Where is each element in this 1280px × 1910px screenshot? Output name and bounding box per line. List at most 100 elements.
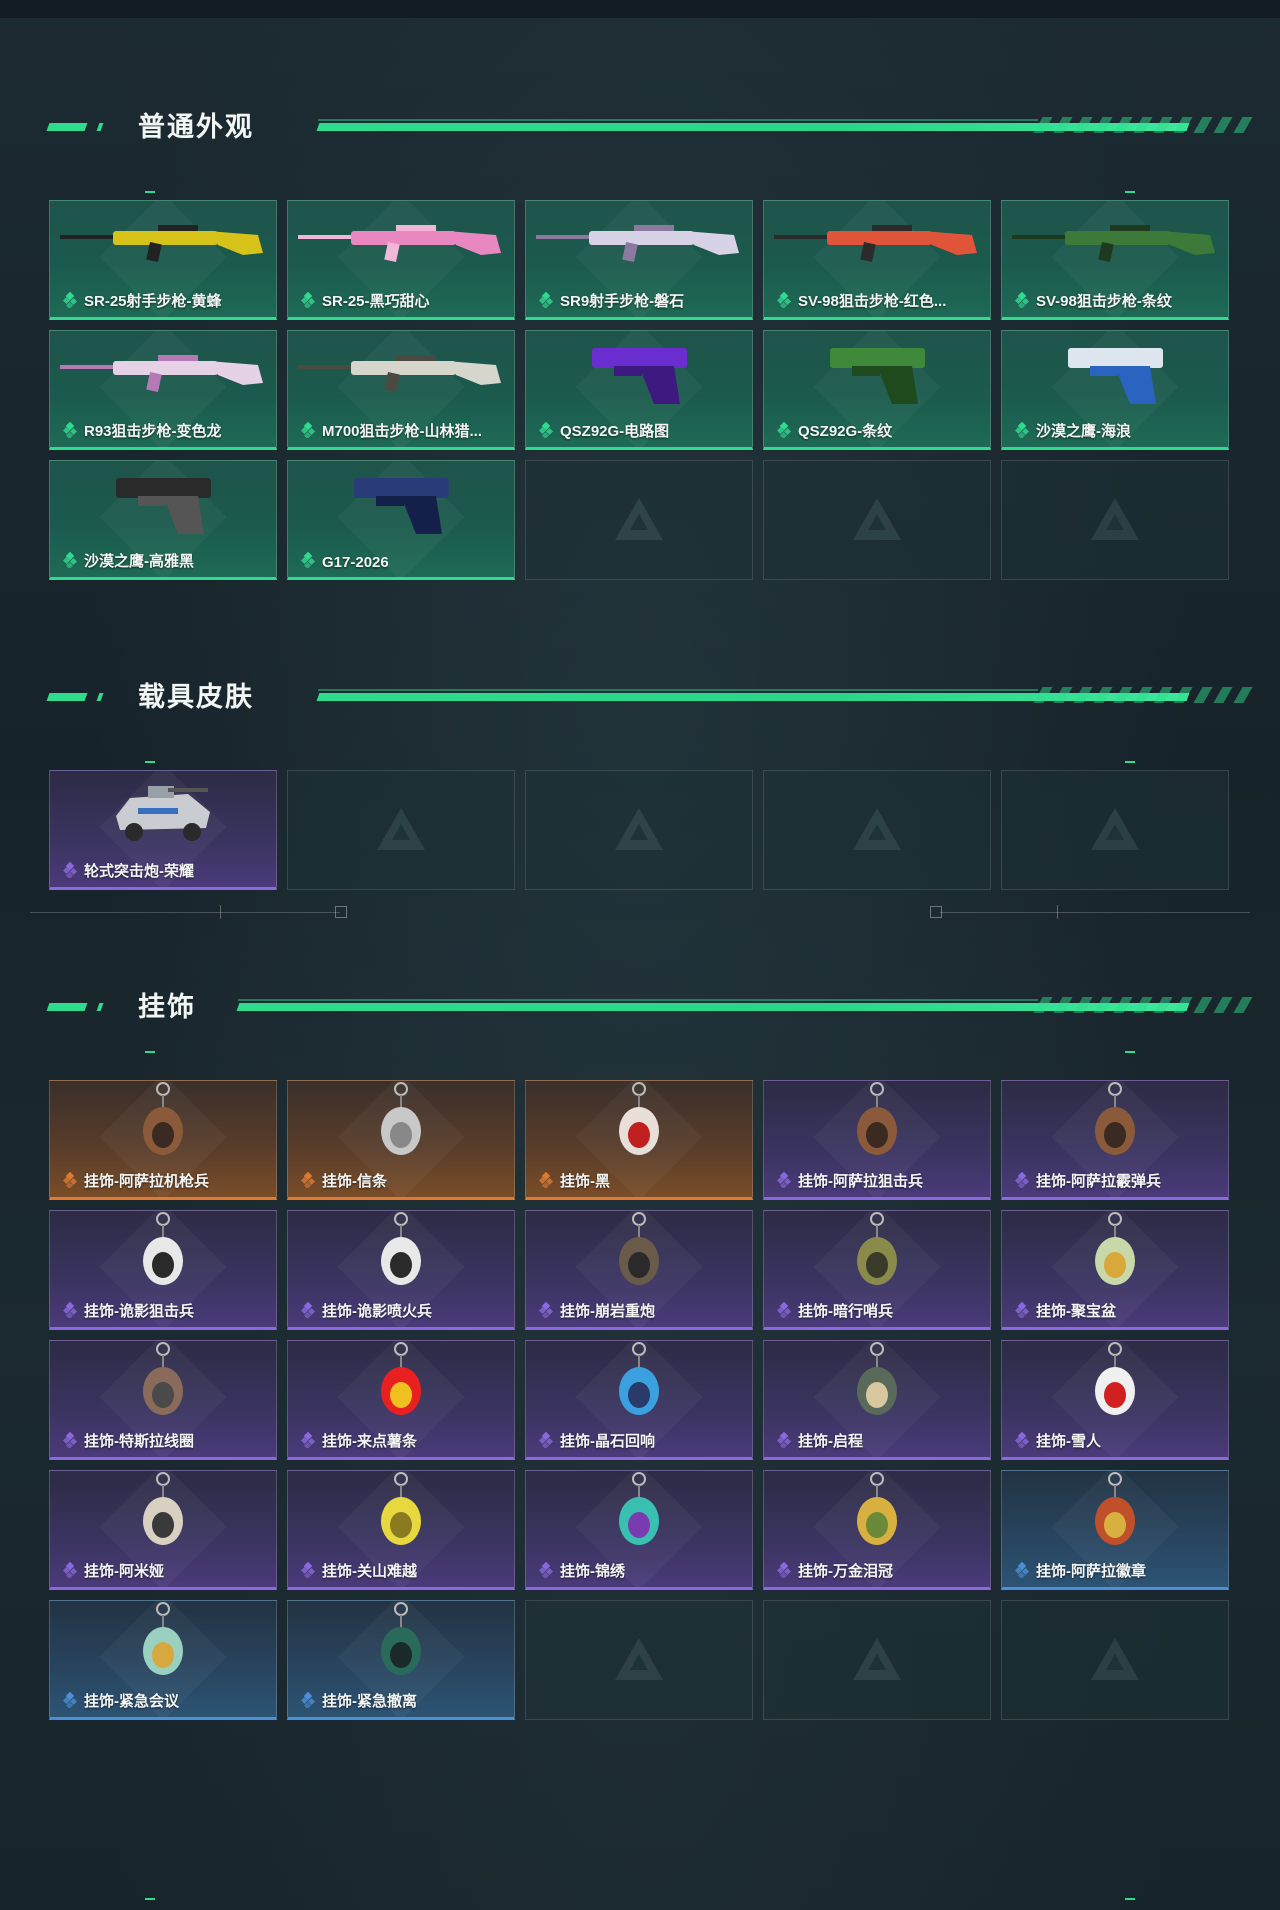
item-card[interactable]: 挂饰-崩岩重炮 xyxy=(525,1210,753,1330)
header-accent-tick xyxy=(96,693,104,701)
rarity-purple-icon xyxy=(62,1561,79,1580)
empty-slot xyxy=(525,1600,753,1720)
item-card[interactable]: 挂饰-信条 xyxy=(287,1080,515,1200)
item-name: 挂饰-阿萨拉徽章 xyxy=(1036,1563,1146,1580)
placeholder-logo-icon xyxy=(1091,1638,1139,1680)
rarity-green-icon xyxy=(300,421,317,440)
item-name: SR-25-黑巧甜心 xyxy=(322,293,430,310)
header-accent-tick xyxy=(96,1003,104,1011)
rarity-purple-icon xyxy=(1014,1431,1031,1450)
rarity-green-icon xyxy=(62,551,79,570)
item-card[interactable]: 沙漠之鹰-高雅黑 xyxy=(49,460,277,580)
rarity-orange-icon xyxy=(538,1171,555,1190)
rarity-purple-icon xyxy=(62,1431,79,1450)
divider-tick xyxy=(220,905,221,919)
item-card[interactable]: 挂饰-特斯拉线圈 xyxy=(49,1340,277,1460)
item-card[interactable]: 挂饰-阿米娅 xyxy=(49,1470,277,1590)
item-card[interactable]: SR-25-黑巧甜心 xyxy=(287,200,515,320)
item-name: 沙漠之鹰-高雅黑 xyxy=(84,553,194,570)
header-accent-bar xyxy=(46,693,88,701)
placeholder-logo-icon xyxy=(615,1638,663,1680)
item-card[interactable]: 挂饰-诡影喷火兵 xyxy=(287,1210,515,1330)
rifle-yellow-black-icon xyxy=(50,201,276,285)
item-name: 挂饰-来点薯条 xyxy=(322,1433,417,1450)
rarity-green-icon xyxy=(776,291,793,310)
item-card[interactable]: 挂饰-诡影狙击兵 xyxy=(49,1210,277,1330)
item-card[interactable]: 挂饰-阿萨拉机枪兵 xyxy=(49,1080,277,1200)
item-card[interactable]: 挂饰-关山难越 xyxy=(287,1470,515,1590)
rarity-blue-icon xyxy=(62,1691,79,1710)
rarity-orange-icon xyxy=(300,1171,317,1190)
header-accent-bar xyxy=(46,123,88,131)
item-card[interactable]: SR9射手步枪-磐石 xyxy=(525,200,753,320)
item-card[interactable]: 挂饰-启程 xyxy=(763,1340,991,1460)
rarity-green-icon xyxy=(1014,421,1031,440)
item-card[interactable]: 挂饰-聚宝盆 xyxy=(1001,1210,1229,1330)
item-card[interactable]: 挂饰-紧急撤离 xyxy=(287,1600,515,1720)
item-card[interactable]: G17-2026 xyxy=(287,460,515,580)
item-card[interactable]: 挂饰-黑 xyxy=(525,1080,753,1200)
charm-heavy-icon xyxy=(526,1211,752,1295)
header-marker xyxy=(145,761,155,763)
header-checker-pattern xyxy=(1033,997,1253,1013)
item-name: QSZ92G-条纹 xyxy=(798,423,893,440)
sniper-white-camo-icon xyxy=(288,331,514,415)
rarity-green-icon xyxy=(538,421,555,440)
item-card[interactable]: 挂饰-来点薯条 xyxy=(287,1340,515,1460)
rarity-purple-icon xyxy=(776,1561,793,1580)
item-name: 挂饰-紧急撤离 xyxy=(322,1693,417,1710)
divider-segment xyxy=(940,912,1250,913)
item-card[interactable]: QSZ92G-电路图 xyxy=(525,330,753,450)
item-card[interactable]: 挂饰-阿萨拉徽章 xyxy=(1001,1470,1229,1590)
rarity-purple-icon xyxy=(776,1301,793,1320)
header-marker xyxy=(1125,1051,1135,1053)
rarity-purple-icon xyxy=(300,1431,317,1450)
rarity-green-icon xyxy=(538,291,555,310)
empty-slot xyxy=(1001,460,1229,580)
item-card[interactable]: 挂饰-阿萨拉狙击兵 xyxy=(763,1080,991,1200)
item-name: 挂饰-暗行哨兵 xyxy=(798,1303,893,1320)
rarity-green-icon xyxy=(1014,291,1031,310)
item-name: SV-98狙击步枪-红色... xyxy=(798,293,947,310)
header-thin-line xyxy=(238,999,1038,1001)
rarity-green-icon xyxy=(300,291,317,310)
item-card[interactable]: 挂饰-暗行哨兵 xyxy=(763,1210,991,1330)
item-card[interactable]: 挂饰-阿萨拉霰弹兵 xyxy=(1001,1080,1229,1200)
item-card[interactable]: R93狙击步枪-变色龙 xyxy=(49,330,277,450)
item-card[interactable]: 挂饰-锦绣 xyxy=(525,1470,753,1590)
item-name: 挂饰-诡影喷火兵 xyxy=(322,1303,432,1320)
rarity-green-icon xyxy=(776,421,793,440)
rarity-purple-icon xyxy=(538,1431,555,1450)
item-card[interactable]: M700狙击步枪-山林猎... xyxy=(287,330,515,450)
item-name: QSZ92G-电路图 xyxy=(560,423,670,440)
item-card[interactable]: QSZ92G-条纹 xyxy=(763,330,991,450)
item-card[interactable]: 挂饰-雪人 xyxy=(1001,1340,1229,1460)
rifle-pink-icon xyxy=(288,201,514,285)
item-name: 挂饰-阿萨拉霰弹兵 xyxy=(1036,1173,1161,1190)
section-title: 挂饰 xyxy=(138,992,196,1022)
item-grid-appearance: SR-25射手步枪-黄蜂 SR-25-黑巧甜心 SR9射手步枪-磐石 SV-98狙击步… xyxy=(49,200,1229,580)
item-card[interactable]: SV-98狙击步枪-红色... xyxy=(763,200,991,320)
rarity-purple-icon xyxy=(538,1301,555,1320)
item-name: 挂饰-雪人 xyxy=(1036,1433,1101,1450)
top-band xyxy=(0,0,1280,18)
item-card[interactable]: SV-98狙击步枪-条纹 xyxy=(1001,200,1229,320)
charm-butterfly-icon xyxy=(526,1471,752,1555)
rarity-purple-icon xyxy=(1014,1171,1031,1190)
item-name: 挂饰-信条 xyxy=(322,1173,387,1190)
divider-segment xyxy=(30,912,340,913)
vehicle-armored-icon xyxy=(50,771,276,855)
item-card[interactable]: 沙漠之鹰-海浪 xyxy=(1001,330,1229,450)
item-card[interactable]: 挂饰-万金泪冠 xyxy=(763,1470,991,1590)
section-header-charms: 挂饰 xyxy=(46,987,1253,1027)
header-accent-tick xyxy=(96,123,104,131)
charm-silver-icon xyxy=(288,1081,514,1165)
item-name: 挂饰-紧急会议 xyxy=(84,1693,179,1710)
charm-bowl-icon xyxy=(1002,1211,1228,1295)
item-name: 挂饰-万金泪冠 xyxy=(798,1563,893,1580)
item-card[interactable]: 轮式突击炮-荣耀 xyxy=(49,770,277,890)
item-card[interactable]: SR-25射手步枪-黄蜂 xyxy=(49,200,277,320)
item-card[interactable]: 挂饰-紧急会议 xyxy=(49,1600,277,1720)
placeholder-logo-icon xyxy=(1091,808,1139,850)
item-card[interactable]: 挂饰-晶石回响 xyxy=(525,1340,753,1460)
